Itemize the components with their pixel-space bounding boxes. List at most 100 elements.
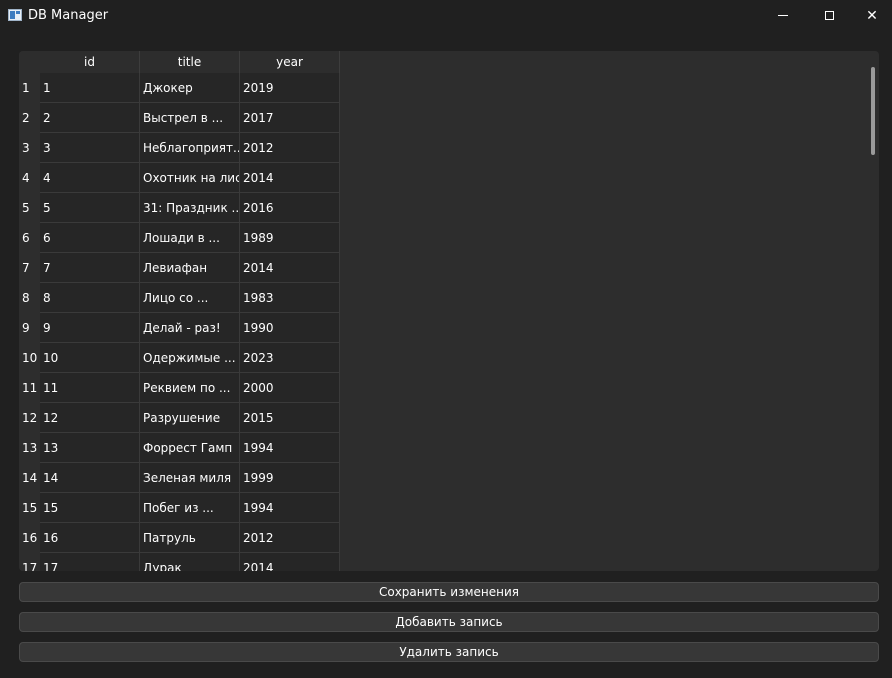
cell-id[interactable]: 2	[40, 103, 140, 133]
row-header[interactable]: 3	[19, 133, 40, 163]
maximize-button[interactable]	[806, 0, 852, 31]
table-row[interactable]: 5 5 31: Праздник ... 2016	[19, 193, 340, 223]
table-row[interactable]: 8 8 Лицо со ... 1983	[19, 283, 340, 313]
minimize-button[interactable]	[760, 0, 806, 31]
cell-year[interactable]: 1989	[240, 223, 340, 253]
table-row[interactable]: 3 3 Неблагоприят... 2012	[19, 133, 340, 163]
cell-year[interactable]: 2014	[240, 553, 340, 571]
row-header[interactable]: 17	[19, 553, 40, 571]
table-row[interactable]: 4 4 Охотник на лис 2014	[19, 163, 340, 193]
table-row[interactable]: 11 11 Реквием по ... 2000	[19, 373, 340, 403]
table-row[interactable]: 10 10 Одержимые ... 2023	[19, 343, 340, 373]
window-title: DB Manager	[28, 8, 109, 23]
cell-id[interactable]: 17	[40, 553, 140, 571]
cell-year[interactable]: 1994	[240, 433, 340, 463]
row-header[interactable]: 12	[19, 403, 40, 433]
cell-title[interactable]: Дурак	[140, 553, 240, 571]
vertical-scrollbar[interactable]	[871, 67, 875, 155]
cell-id[interactable]: 4	[40, 163, 140, 193]
cell-id[interactable]: 8	[40, 283, 140, 313]
table-row[interactable]: 6 6 Лошади в ... 1989	[19, 223, 340, 253]
column-header-id[interactable]: id	[40, 51, 140, 73]
column-header-year[interactable]: year	[240, 51, 340, 73]
cell-title[interactable]: Одержимые ...	[140, 343, 240, 373]
table-row[interactable]: 1 1 Джокер 2019	[19, 73, 340, 103]
cell-title[interactable]: Форрест Гамп	[140, 433, 240, 463]
cell-year[interactable]: 2014	[240, 163, 340, 193]
cell-id[interactable]: 9	[40, 313, 140, 343]
cell-year[interactable]: 2012	[240, 133, 340, 163]
cell-id[interactable]: 5	[40, 193, 140, 223]
table-row[interactable]: 16 16 Патруль 2012	[19, 523, 340, 553]
delete-record-button[interactable]: Удалить запись	[19, 642, 879, 662]
add-record-button[interactable]: Добавить запись	[19, 612, 879, 632]
table-row[interactable]: 7 7 Левиафан 2014	[19, 253, 340, 283]
cell-year[interactable]: 2023	[240, 343, 340, 373]
row-header[interactable]: 7	[19, 253, 40, 283]
cell-title[interactable]: Лошади в ...	[140, 223, 240, 253]
cell-year[interactable]: 2017	[240, 103, 340, 133]
cell-id[interactable]: 16	[40, 523, 140, 553]
cell-year[interactable]: 2014	[240, 253, 340, 283]
row-header[interactable]: 8	[19, 283, 40, 313]
cell-id[interactable]: 15	[40, 493, 140, 523]
row-header[interactable]: 1	[19, 73, 40, 103]
cell-year[interactable]: 2000	[240, 373, 340, 403]
table-row[interactable]: 2 2 Выстрел в ... 2017	[19, 103, 340, 133]
cell-title[interactable]: Делай - раз!	[140, 313, 240, 343]
table-body: 1 1 Джокер 2019 2 2 Выстрел в ... 2017 3 3 Неблаго…	[19, 73, 340, 571]
cell-year[interactable]: 2019	[240, 73, 340, 103]
records-table[interactable]: id title year 1 1 Джокер 2019 2 2 Выстрел в ..…	[19, 51, 879, 571]
cell-title[interactable]: Побег из ...	[140, 493, 240, 523]
row-header[interactable]: 11	[19, 373, 40, 403]
cell-title[interactable]: Разрушение	[140, 403, 240, 433]
row-header[interactable]: 9	[19, 313, 40, 343]
cell-id[interactable]: 13	[40, 433, 140, 463]
cell-title[interactable]: Зеленая миля	[140, 463, 240, 493]
table-row[interactable]: 15 15 Побег из ... 1994	[19, 493, 340, 523]
table-corner-button[interactable]	[19, 51, 40, 73]
cell-year[interactable]: 1990	[240, 313, 340, 343]
close-button[interactable]: ✕	[852, 0, 892, 31]
column-header-title[interactable]: title	[140, 51, 240, 73]
cell-id[interactable]: 14	[40, 463, 140, 493]
cell-id[interactable]: 3	[40, 133, 140, 163]
cell-title[interactable]: Охотник на лис	[140, 163, 240, 193]
cell-id[interactable]: 11	[40, 373, 140, 403]
cell-id[interactable]: 6	[40, 223, 140, 253]
cell-year[interactable]: 2015	[240, 403, 340, 433]
row-header[interactable]: 14	[19, 463, 40, 493]
row-header[interactable]: 15	[19, 493, 40, 523]
cell-title[interactable]: Неблагоприят...	[140, 133, 240, 163]
cell-year[interactable]: 2016	[240, 193, 340, 223]
cell-title[interactable]: Левиафан	[140, 253, 240, 283]
cell-year[interactable]: 1999	[240, 463, 340, 493]
title-bar[interactable]: DB Manager ✕	[0, 0, 892, 31]
table-row[interactable]: 17 17 Дурак 2014	[19, 553, 340, 571]
table-row[interactable]: 12 12 Разрушение 2015	[19, 403, 340, 433]
cell-year[interactable]: 2012	[240, 523, 340, 553]
cell-title[interactable]: Лицо со ...	[140, 283, 240, 313]
row-header[interactable]: 6	[19, 223, 40, 253]
cell-year[interactable]: 1983	[240, 283, 340, 313]
cell-year[interactable]: 1994	[240, 493, 340, 523]
cell-id[interactable]: 10	[40, 343, 140, 373]
row-header[interactable]: 2	[19, 103, 40, 133]
table-row[interactable]: 13 13 Форрест Гамп 1994	[19, 433, 340, 463]
cell-id[interactable]: 7	[40, 253, 140, 283]
cell-id[interactable]: 12	[40, 403, 140, 433]
row-header[interactable]: 13	[19, 433, 40, 463]
row-header[interactable]: 10	[19, 343, 40, 373]
table-row[interactable]: 9 9 Делай - раз! 1990	[19, 313, 340, 343]
cell-title[interactable]: Патруль	[140, 523, 240, 553]
cell-title[interactable]: 31: Праздник ...	[140, 193, 240, 223]
save-changes-button[interactable]: Сохранить изменения	[19, 582, 879, 602]
cell-id[interactable]: 1	[40, 73, 140, 103]
row-header[interactable]: 16	[19, 523, 40, 553]
row-header[interactable]: 4	[19, 163, 40, 193]
cell-title[interactable]: Выстрел в ...	[140, 103, 240, 133]
cell-title[interactable]: Джокер	[140, 73, 240, 103]
cell-title[interactable]: Реквием по ...	[140, 373, 240, 403]
row-header[interactable]: 5	[19, 193, 40, 223]
table-row[interactable]: 14 14 Зеленая миля 1999	[19, 463, 340, 493]
